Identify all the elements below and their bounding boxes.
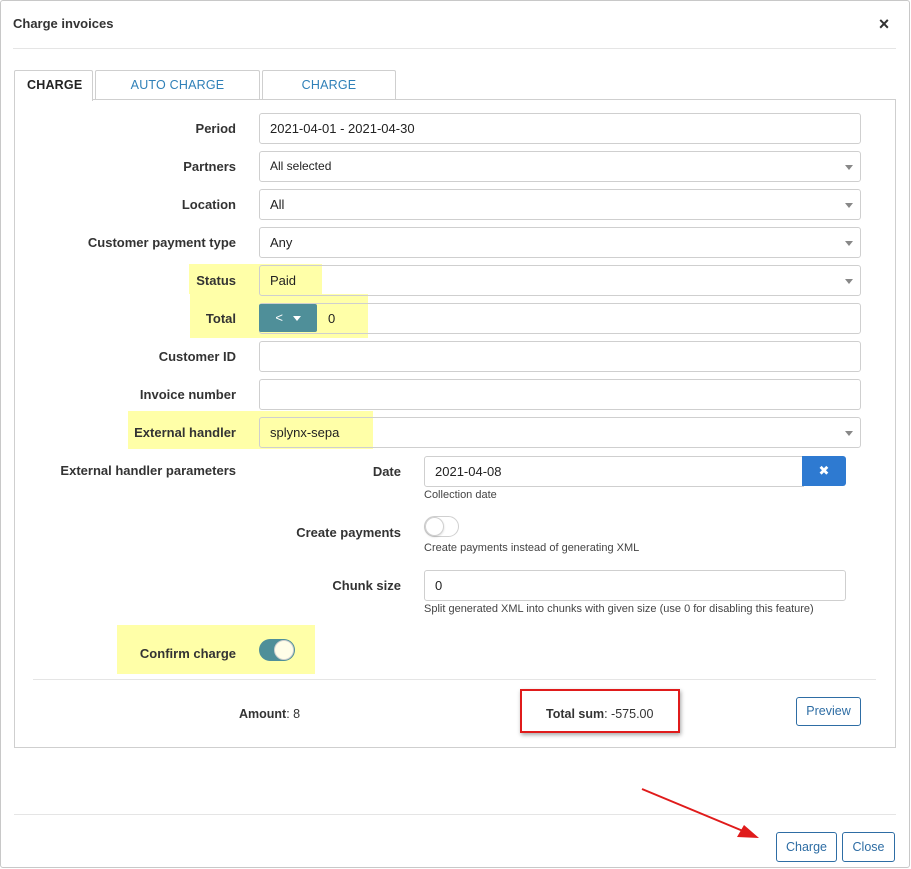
create-payments-hint: Create payments instead of generating XM… — [424, 542, 640, 554]
caret-down-icon — [292, 316, 301, 322]
invoice-number-label: Invoice number — [139, 387, 236, 402]
location-label: Location — [181, 197, 236, 212]
period-input[interactable]: 2021-04-01 - 2021-04-30 — [259, 113, 861, 144]
status-label: Status — [196, 273, 236, 288]
annotation-arrow-icon — [641, 788, 759, 838]
partners-select[interactable]: All selected — [259, 151, 861, 182]
close-icon[interactable]: × — [876, 14, 892, 34]
preview-button[interactable]: Preview — [796, 697, 861, 726]
clear-date-button[interactable]: ✖ — [802, 456, 846, 486]
close-button[interactable]: Close — [842, 832, 895, 862]
total-label: Total — [205, 311, 236, 326]
payment-type-label: Customer payment type — [87, 235, 236, 250]
chunk-size-input[interactable]: 0 — [424, 570, 846, 601]
toggle-knob — [425, 517, 444, 536]
operator-symbol: < — [275, 310, 283, 325]
confirm-charge-label: Confirm charge — [139, 646, 236, 661]
date-label: Date — [372, 464, 401, 479]
status-select[interactable]: Paid — [259, 265, 861, 296]
confirm-charge-toggle[interactable] — [259, 639, 295, 661]
toggle-knob — [274, 640, 294, 660]
handler-params-label: External handler parameters — [60, 463, 236, 478]
external-handler-label: External handler — [134, 425, 236, 440]
chunk-size-label: Chunk size — [332, 578, 401, 593]
close-icon: ✖ — [818, 463, 830, 478]
amount-summary: Amount: 8 — [239, 707, 300, 721]
customer-id-input[interactable] — [259, 341, 861, 372]
amount-label: Amount — [239, 707, 287, 721]
partners-label: Partners — [183, 159, 236, 174]
period-label: Period — [195, 121, 236, 136]
summary-divider — [33, 679, 876, 680]
tab-charge-history[interactable]: CHARGE HISTORY — [262, 70, 396, 120]
customer-id-label: Customer ID — [158, 349, 236, 364]
invoice-number-input[interactable] — [259, 379, 861, 410]
charge-button[interactable]: Charge — [776, 832, 837, 862]
create-payments-toggle[interactable] — [424, 516, 459, 537]
total-operator-dropdown[interactable]: < — [259, 304, 317, 332]
charge-invoices-modal: Charge invoices × CHARGE AUTO CHARGE FIL… — [0, 0, 910, 868]
header-divider — [13, 48, 896, 49]
create-payments-label: Create payments — [296, 525, 401, 540]
chunk-size-hint: Split generated XML into chunks with giv… — [424, 603, 814, 615]
amount-value: : 8 — [286, 707, 301, 721]
tab-charge[interactable]: CHARGE — [14, 70, 93, 101]
total-input[interactable]: 0 — [259, 303, 861, 334]
modal-title: Charge invoices — [13, 16, 114, 31]
payment-type-select[interactable]: Any — [259, 227, 861, 258]
total-sum-annotation-box — [520, 689, 680, 733]
tab-auto-charge-filters[interactable]: AUTO CHARGE FILTERS — [95, 70, 260, 120]
collection-date-input[interactable]: 2021-04-08 — [424, 456, 804, 487]
external-handler-select[interactable]: splynx-sepa — [259, 417, 861, 448]
location-select[interactable]: All — [259, 189, 861, 220]
collection-date-hint: Collection date — [424, 489, 497, 501]
